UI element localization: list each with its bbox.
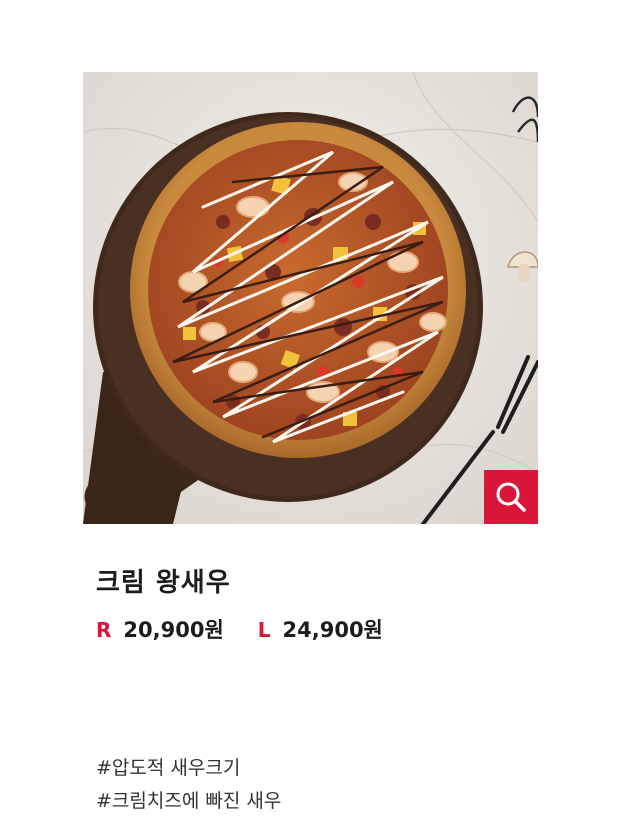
price-regular: R 20,900원	[96, 614, 224, 644]
product-card: 크림 왕새우 R 20,900원 L 24,900원 #압도적 새우크기 #크림…	[0, 0, 625, 823]
hashtag-item: #크림치즈에 빠진 새우	[96, 790, 282, 812]
pizza-photo	[83, 72, 538, 524]
hashtag-item: #압도적 새우크기	[96, 757, 241, 779]
hashtag-list: #압도적 새우크기 #크림치즈에 빠진 새우	[96, 752, 281, 818]
price-value-regular: 20,900원	[123, 618, 224, 642]
price-value-large: 24,900원	[282, 618, 383, 642]
product-image	[83, 72, 538, 524]
price-large: L 24,900원	[258, 614, 383, 644]
price-row: R 20,900원 L 24,900원	[96, 614, 383, 644]
zoom-button[interactable]	[484, 470, 538, 524]
size-label-regular: R	[96, 618, 112, 642]
search-icon	[496, 482, 526, 512]
product-title: 크림 왕새우	[96, 568, 231, 598]
size-label-large: L	[257, 618, 271, 642]
